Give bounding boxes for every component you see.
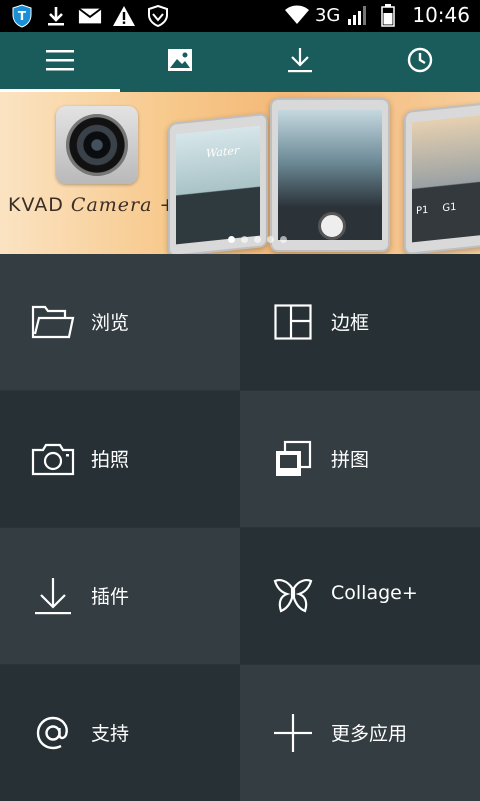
page-dot[interactable] (228, 236, 235, 243)
svg-text:T: T (18, 9, 27, 23)
page-dot[interactable] (267, 236, 274, 243)
page-indicator (228, 236, 287, 243)
promo-banner[interactable]: KVAD Camera + Water P1 G1 (0, 92, 480, 254)
butterfly-icon (270, 573, 316, 619)
image-icon (167, 48, 193, 76)
at-icon (30, 710, 76, 756)
shield-t-icon: T (10, 4, 34, 28)
network-type: 3G (314, 4, 341, 26)
folder-icon (30, 299, 76, 345)
grid-item-label: 拍照 (91, 449, 130, 471)
clock: 10:46 (412, 3, 470, 27)
plus-icon (270, 710, 316, 756)
download-icon (30, 573, 76, 619)
clock-icon (407, 47, 433, 77)
brand-name: KVAD Camera + (8, 194, 176, 216)
battery-icon (376, 3, 400, 27)
page-dot[interactable] (280, 236, 287, 243)
grid-item-label: Collage+ (331, 582, 418, 604)
mail-icon (78, 4, 102, 28)
top-toolbar (0, 32, 480, 92)
menu-icon (46, 49, 74, 75)
shutter-icon (318, 212, 346, 240)
grid-item-collage[interactable]: 拼图 (240, 391, 480, 527)
phone-screenshot: Water (168, 112, 268, 254)
grid-item-label: 边框 (331, 312, 370, 334)
phone-screenshot (270, 98, 390, 252)
app-logo (56, 106, 138, 184)
wifi-icon (284, 3, 309, 27)
grid-item-more-apps[interactable]: 更多应用 (240, 665, 480, 801)
feature-grid: 浏览 边框 拍照 拼图 插件 Collage+ 支持 更多应用 (0, 254, 480, 801)
download-icon (287, 47, 313, 77)
page-dot[interactable] (254, 236, 261, 243)
grid-item-support[interactable]: 支持 (0, 665, 240, 801)
frame-layout-icon (270, 299, 316, 345)
status-bar: T 3G 10:46 (0, 0, 480, 32)
page-dot[interactable] (241, 236, 248, 243)
vpn-shield-icon (146, 4, 170, 28)
warning-icon (112, 4, 136, 28)
grid-item-label: 拼图 (331, 449, 370, 471)
camera-lens-icon (66, 114, 128, 176)
collage-icon (270, 436, 316, 482)
grid-item-label: 支持 (91, 723, 130, 745)
grid-item-camera[interactable]: 拍照 (0, 391, 240, 527)
grid-item-plugins[interactable]: 插件 (0, 528, 240, 664)
tab-history[interactable] (360, 32, 480, 92)
tab-downloads[interactable] (240, 32, 360, 92)
grid-item-label: 插件 (91, 586, 130, 608)
filter-label: G1 (442, 201, 457, 215)
grid-item-frames[interactable]: 边框 (240, 254, 480, 390)
phone-screenshot: P1 G1 (404, 100, 480, 254)
brand-prefix: KVAD (8, 194, 64, 216)
brand-script: Camera + (70, 194, 177, 216)
grid-item-label: 浏览 (91, 312, 130, 334)
tab-menu[interactable] (0, 32, 120, 92)
grid-item-browse[interactable]: 浏览 (0, 254, 240, 390)
filter-label: P1 (416, 204, 429, 217)
download-icon (44, 4, 68, 28)
grid-item-collage-plus[interactable]: Collage+ (240, 528, 480, 664)
grid-item-label: 更多应用 (331, 723, 408, 745)
camera-icon (30, 436, 76, 482)
signal-icon (346, 3, 370, 27)
tab-images[interactable] (120, 32, 240, 92)
